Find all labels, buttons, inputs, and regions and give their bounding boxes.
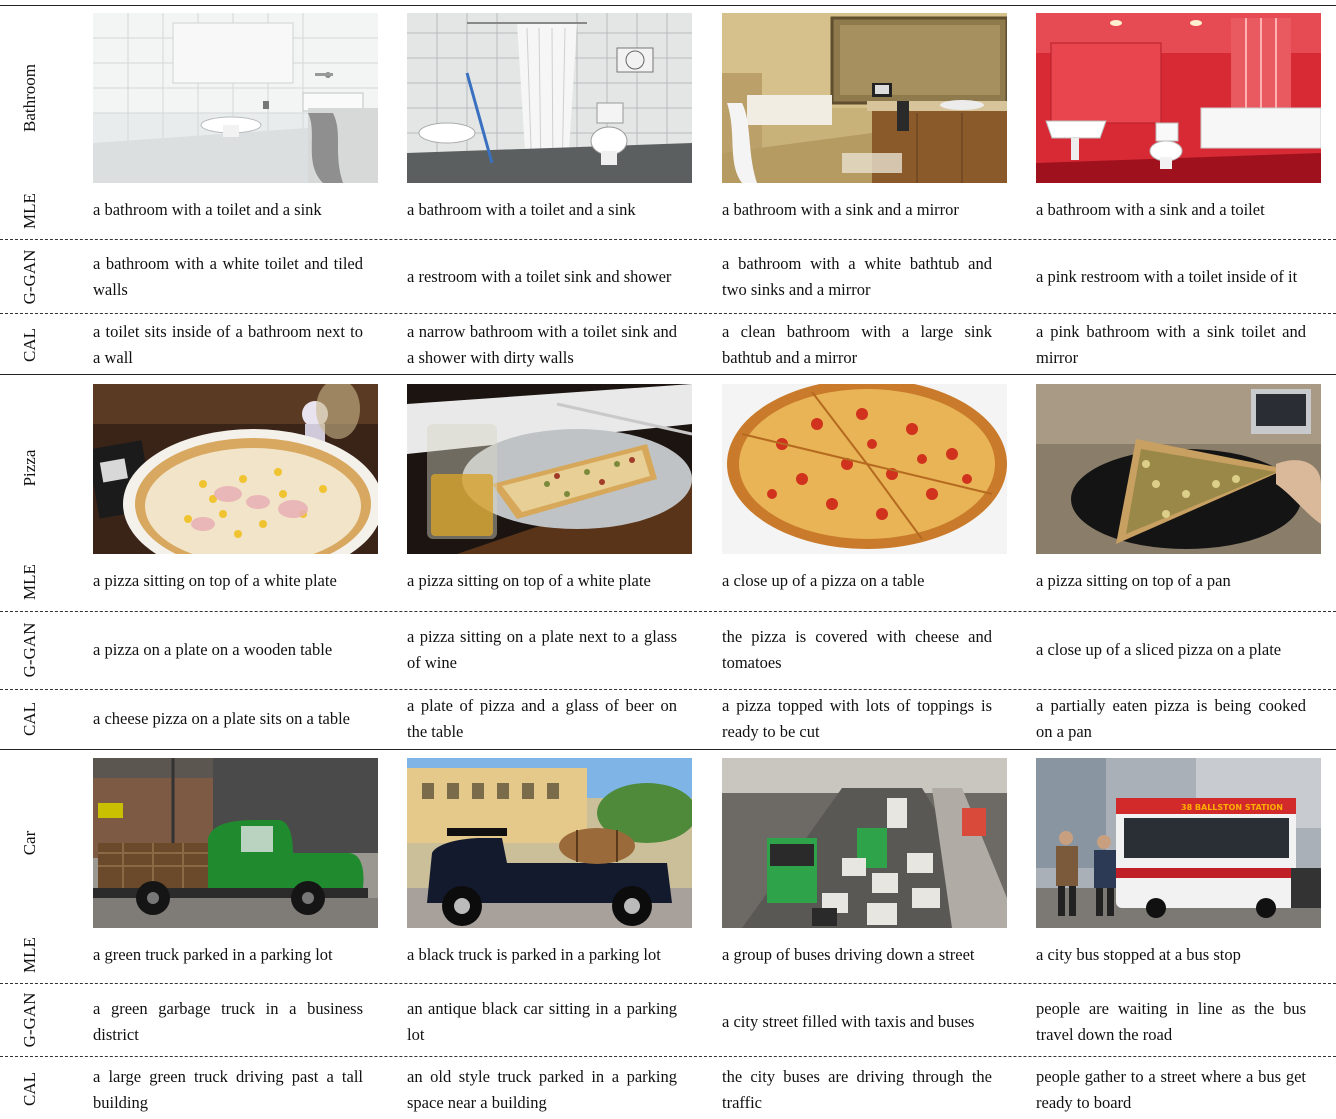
pizza-photo-4 [1036, 384, 1321, 554]
top-rule [0, 5, 1336, 6]
caption-mle: a bathroom with a sink and a toilet [1036, 200, 1265, 219]
caption-cal: the city buses are driving through the t… [722, 1067, 992, 1112]
caption-cal: a cheese pizza on a plate sits on a tabl… [93, 709, 351, 728]
caption-cal: a pink bathroom with a sink toilet and m… [1036, 322, 1306, 367]
car-photo-1 [93, 758, 378, 928]
dashed-rule [0, 689, 1336, 690]
caption-ggan: the pizza is covered with cheese and tom… [722, 627, 992, 672]
caption-mle: a pizza sitting on top of a white plate [407, 571, 651, 590]
caption-cal: a plate of pizza and a glass of beer on … [407, 696, 677, 741]
section-rule [0, 749, 1336, 750]
pizza-photo-2 [407, 384, 692, 554]
car-photo-4: 38 BALLSTON STATION [1036, 758, 1321, 928]
pizza-photo-3 [722, 384, 1007, 554]
method-label-cal: CAL [20, 1072, 39, 1106]
caption-cal: a toilet sits inside of a bathroom next … [93, 322, 363, 367]
method-label-cal: CAL [20, 328, 39, 362]
caption-mle: a bathroom with a toilet and a sink [93, 200, 322, 219]
dashed-rule [0, 313, 1336, 314]
caption-ggan: a pizza on a plate on a wooden table [93, 640, 333, 659]
caption-mle: a black truck is parked in a parking lot [407, 945, 661, 964]
caption-cal: a large green truck driving past a tall … [93, 1067, 363, 1112]
car-photo-3 [722, 758, 1007, 928]
caption-mle: a pizza sitting on top of a pan [1036, 571, 1231, 590]
dashed-rule [0, 611, 1336, 612]
caption-mle: a city bus stopped at a bus stop [1036, 945, 1241, 964]
caption-mle: a close up of a pizza on a table [722, 571, 925, 590]
caption-cal: a partially eaten pizza is being cooked … [1036, 696, 1306, 741]
caption-cal: a narrow bathroom with a toilet sink and… [407, 322, 677, 367]
caption-ggan: a close up of a sliced pizza on a plate [1036, 640, 1282, 659]
caption-mle: a group of buses driving down a street [722, 945, 975, 964]
caption-ggan: a city street filled with taxis and buse… [722, 1012, 975, 1031]
bus-destination-sign: 38 BALLSTON STATION [1181, 803, 1283, 812]
section-rule [0, 374, 1336, 375]
caption-ggan: a green garbage truck in a business dist… [93, 999, 363, 1044]
pizza-photo-1 [93, 384, 378, 554]
bathroom-photo-1 [93, 13, 378, 183]
dashed-rule [0, 983, 1336, 984]
caption-cal: people gather to a street where a bus ge… [1036, 1067, 1306, 1112]
bathroom-photo-2 [407, 13, 692, 183]
bathroom-photo-4 [1036, 13, 1321, 183]
caption-mle: a bathroom with a sink and a mirror [722, 200, 959, 219]
car-photo-2 [407, 758, 692, 928]
dashed-rule [0, 1056, 1336, 1057]
caption-ggan: a bathroom with a white toilet and tiled… [93, 254, 363, 299]
bathroom-photo-3 [722, 13, 1007, 183]
caption-cal: an old style truck parked in a parking s… [407, 1067, 677, 1112]
caption-ggan: people are waiting in line as the bus tr… [1036, 999, 1306, 1044]
caption-mle: a bathroom with a toilet and a sink [407, 200, 636, 219]
caption-ggan: a bathroom with a white bathtub and two … [722, 254, 992, 299]
caption-ggan: a restroom with a toilet sink and shower [407, 267, 672, 286]
caption-mle: a pizza sitting on top of a white plate [93, 571, 337, 590]
caption-mle: a green truck parked in a parking lot [93, 945, 333, 964]
caption-ggan: an antique black car sitting in a parkin… [407, 999, 677, 1044]
dashed-rule [0, 239, 1336, 240]
caption-ggan: a pink restroom with a toilet inside of … [1036, 267, 1298, 286]
caption-cal: a pizza topped with lots of toppings is … [722, 696, 992, 741]
caption-ggan: a pizza sitting on a plate next to a gla… [407, 627, 677, 672]
method-label-cal: CAL [20, 702, 39, 736]
caption-cal: a clean bathroom with a large sink batht… [722, 322, 992, 367]
